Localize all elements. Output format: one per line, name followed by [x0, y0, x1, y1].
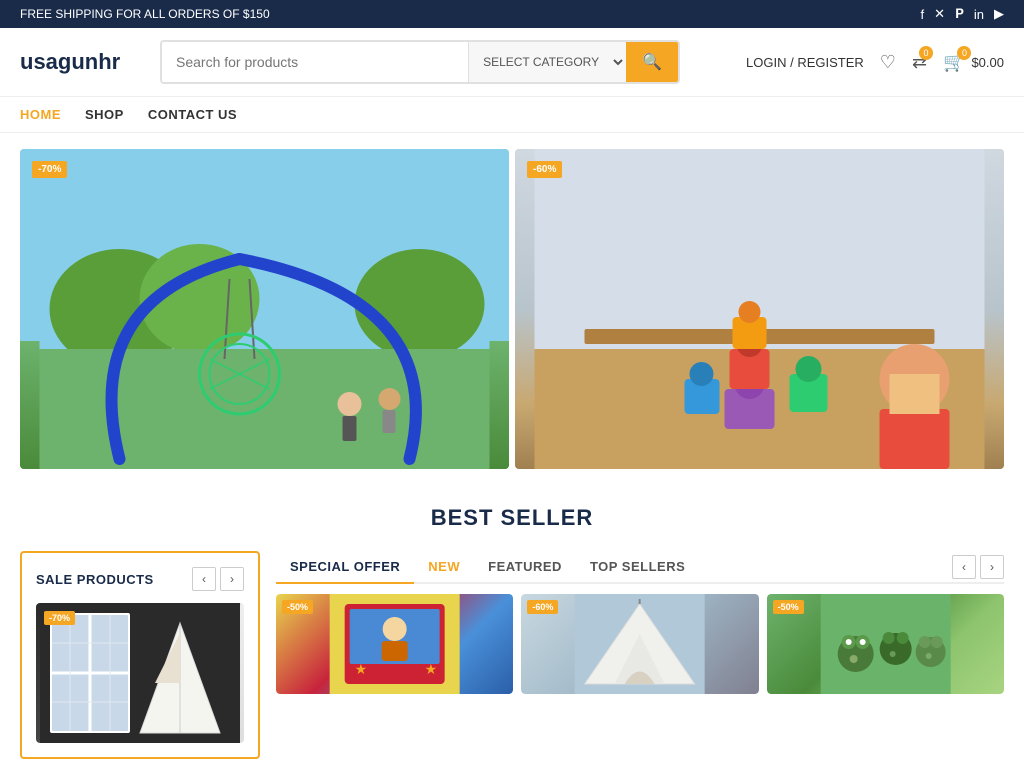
offer-tabs: SPECIAL OFFER NEW FEATURED TOP SELLERS ‹…	[276, 551, 1004, 584]
search-input[interactable]	[162, 42, 468, 82]
header-right: LOGIN / REGISTER ♡ ⇄ 0 🛒 0 $0.00	[746, 52, 1004, 73]
header: usagunhr SELECT CATEGORY Toys Outdoor Ga…	[0, 28, 1024, 97]
linkedin-icon[interactable]: in	[974, 7, 984, 22]
sale-title: SALE PRODUCTS	[36, 572, 154, 587]
nav-shop[interactable]: SHOP	[85, 107, 124, 122]
cart-button[interactable]: 🛒 0 $0.00	[943, 52, 1004, 73]
cart-amount: $0.00	[971, 55, 1004, 70]
search-icon: 🔍	[642, 54, 662, 71]
special-offer-box: SPECIAL OFFER NEW FEATURED TOP SELLERS ‹…	[276, 551, 1004, 759]
twitter-icon[interactable]: ✕	[934, 6, 945, 22]
offer-product-3[interactable]: -50%	[767, 594, 1004, 694]
tab-special-offer[interactable]: SPECIAL OFFER	[276, 551, 414, 584]
sale-next-button[interactable]: ›	[220, 567, 244, 591]
offer-next-button[interactable]: ›	[980, 555, 1004, 579]
tab-featured[interactable]: FEATURED	[474, 551, 576, 584]
offer-product-1[interactable]: -50% ★ ★	[276, 594, 513, 694]
hero-banner-left[interactable]: -70%	[20, 149, 509, 469]
sale-products-box: SALE PRODUCTS ‹ › -70%	[20, 551, 260, 759]
facebook-icon[interactable]: f	[921, 7, 925, 22]
main-nav: HOME SHOP CONTACT US	[0, 97, 1024, 133]
sale-prev-button[interactable]: ‹	[192, 567, 216, 591]
offer-product-2[interactable]: -60%	[521, 594, 758, 694]
offer-products: -50% ★ ★ -60%	[276, 594, 1004, 694]
hero-left-badge: -70%	[32, 161, 67, 178]
tab-top-sellers[interactable]: TOP SELLERS	[576, 551, 699, 584]
products-section: SALE PRODUCTS ‹ › -70%	[0, 541, 1024, 769]
section-title: BEST SELLER	[20, 505, 1004, 531]
search-button[interactable]: 🔍	[626, 42, 678, 82]
nav-home[interactable]: HOME	[20, 107, 61, 122]
shipping-text: FREE SHIPPING FOR ALL ORDERS OF $150	[20, 7, 270, 21]
logo[interactable]: usagunhr	[20, 49, 140, 75]
best-seller-section: BEST SELLER	[0, 485, 1024, 541]
telegram-icon[interactable]: ▶	[994, 6, 1004, 22]
category-select[interactable]: SELECT CATEGORY Toys Outdoor Games	[468, 42, 626, 82]
nav-contact[interactable]: CONTACT US	[148, 107, 237, 122]
offer-badge-1: -50%	[282, 600, 313, 614]
compare-icon[interactable]: ⇄ 0	[912, 52, 927, 73]
hero-left-image	[20, 149, 509, 469]
sale-product-image: -70%	[36, 603, 244, 743]
compare-badge: 0	[919, 46, 933, 60]
hero-right-image	[515, 149, 1004, 469]
offer-prev-button[interactable]: ‹	[952, 555, 976, 579]
hero-banner-right[interactable]: -60%	[515, 149, 1004, 469]
pinterest-icon[interactable]: 𝐏	[955, 6, 964, 22]
tab-new[interactable]: NEW	[414, 551, 474, 584]
cart-badge: 0	[957, 46, 971, 60]
sale-nav-arrows: ‹ ›	[192, 567, 244, 591]
sale-header: SALE PRODUCTS ‹ ›	[36, 567, 244, 591]
wishlist-icon[interactable]: ♡	[880, 52, 896, 73]
offer-badge-3: -50%	[773, 600, 804, 614]
offer-badge-2: -60%	[527, 600, 558, 614]
hero-banners: -70%	[0, 133, 1024, 485]
sale-badge: -70%	[44, 611, 75, 625]
hero-right-badge: -60%	[527, 161, 562, 178]
offer-nav-arrows: ‹ ›	[952, 555, 1004, 579]
login-link[interactable]: LOGIN / REGISTER	[746, 55, 864, 70]
search-bar: SELECT CATEGORY Toys Outdoor Games 🔍	[160, 40, 680, 84]
social-icons: f ✕ 𝐏 in ▶	[921, 6, 1004, 22]
top-bar: FREE SHIPPING FOR ALL ORDERS OF $150 f ✕…	[0, 0, 1024, 28]
svg-text:★: ★	[425, 661, 438, 677]
svg-text:★: ★	[355, 661, 368, 677]
